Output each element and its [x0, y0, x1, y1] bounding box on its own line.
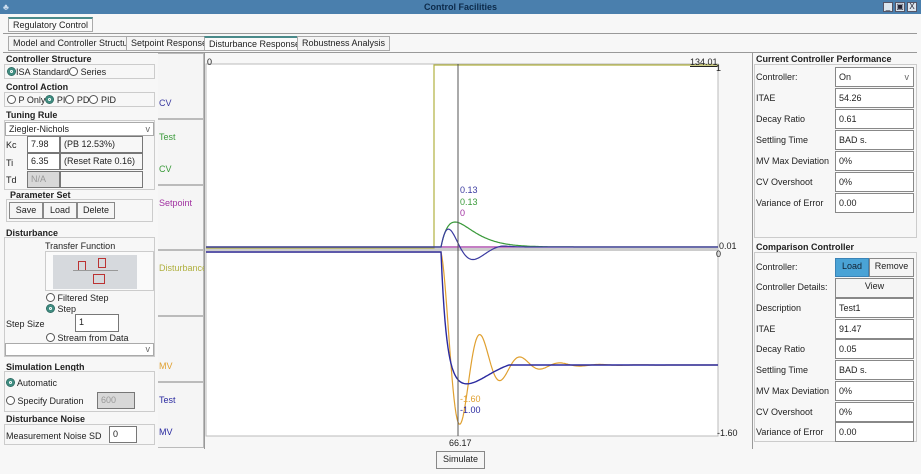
comparison-metric-label: Decay Ratio — [756, 344, 806, 355]
comparison-metric-value: BAD s. — [835, 360, 914, 381]
current-metric-value: BAD s. — [835, 130, 914, 150]
select-value: On — [839, 72, 852, 82]
controller-details-label: Controller Details: — [756, 282, 828, 292]
comparison-title: Comparison Controller — [756, 242, 855, 252]
comparison-metric-label: ITAE — [756, 323, 776, 334]
bottom-max-label: 0 — [716, 249, 722, 259]
bottom-min-label: -1.60 — [717, 428, 738, 438]
current-metric-label: Variance of Error — [756, 198, 824, 208]
cursor-value-test-cv: 0.13 — [460, 197, 478, 207]
comparison-metric-value: 0% — [835, 380, 914, 401]
current-metric-label: Decay Ratio — [756, 114, 806, 124]
comparison-controller-label: Controller: — [756, 262, 798, 272]
comparison-metric-label: Settling Time — [756, 365, 809, 376]
current-metric-label: Settling Time — [756, 135, 809, 145]
x-start-label: 0 — [207, 57, 213, 67]
load-comparison-button[interactable]: Load — [835, 258, 869, 277]
comparison-metric-value: Test1 — [835, 298, 914, 318]
cursor-value-test-mv: -1.00 — [460, 405, 481, 415]
comparison-metric-label: Description — [756, 303, 802, 313]
cursor-x-label: 66.17 — [449, 438, 472, 448]
comparison-metric-value: 0% — [835, 401, 914, 422]
remove-comparison-button[interactable]: Remove — [869, 258, 914, 277]
comparison-metric-value: 91.47 — [835, 318, 914, 339]
simulate-button[interactable]: Simulate — [436, 451, 485, 469]
current-metric-label: MV Max Deviation — [756, 156, 830, 166]
view-details-button[interactable]: View — [835, 278, 914, 298]
top-max-label: 1 — [716, 63, 722, 73]
current-metric-label: Controller: — [756, 72, 798, 82]
current-metric-value: 0.00 — [835, 193, 914, 213]
current-metric-value: 0.61 — [835, 109, 914, 129]
cursor-value-mv: -1.60 — [460, 394, 481, 404]
comparison-metric-label: MV Max Deviation — [756, 385, 830, 396]
cursor-value-setpoint: 0 — [460, 208, 466, 218]
current-metric-value: 0% — [835, 172, 914, 192]
comparison-metric-value: 0.05 — [835, 339, 914, 360]
comparison-metric-value: 0.00 — [835, 422, 914, 443]
current-metric-label: ITAE — [756, 93, 776, 103]
current-metric-value: 54.26 — [835, 88, 914, 108]
chevron-down-icon: v — [904, 72, 910, 82]
current-metric-label: CV Overshoot — [756, 177, 813, 187]
x-end-label: 134.01 — [690, 57, 718, 67]
top-min-label: 0.01 — [719, 241, 737, 251]
current-performance-title: Current Controller Performance — [756, 54, 892, 64]
cursor-value-cv: 0.13 — [460, 185, 478, 195]
controller-select[interactable]: On v — [835, 67, 914, 87]
comparison-metric-label: Variance of Error — [756, 427, 824, 438]
current-metric-value: 0% — [835, 151, 914, 171]
comparison-metric-label: CV Overshoot — [756, 406, 813, 417]
